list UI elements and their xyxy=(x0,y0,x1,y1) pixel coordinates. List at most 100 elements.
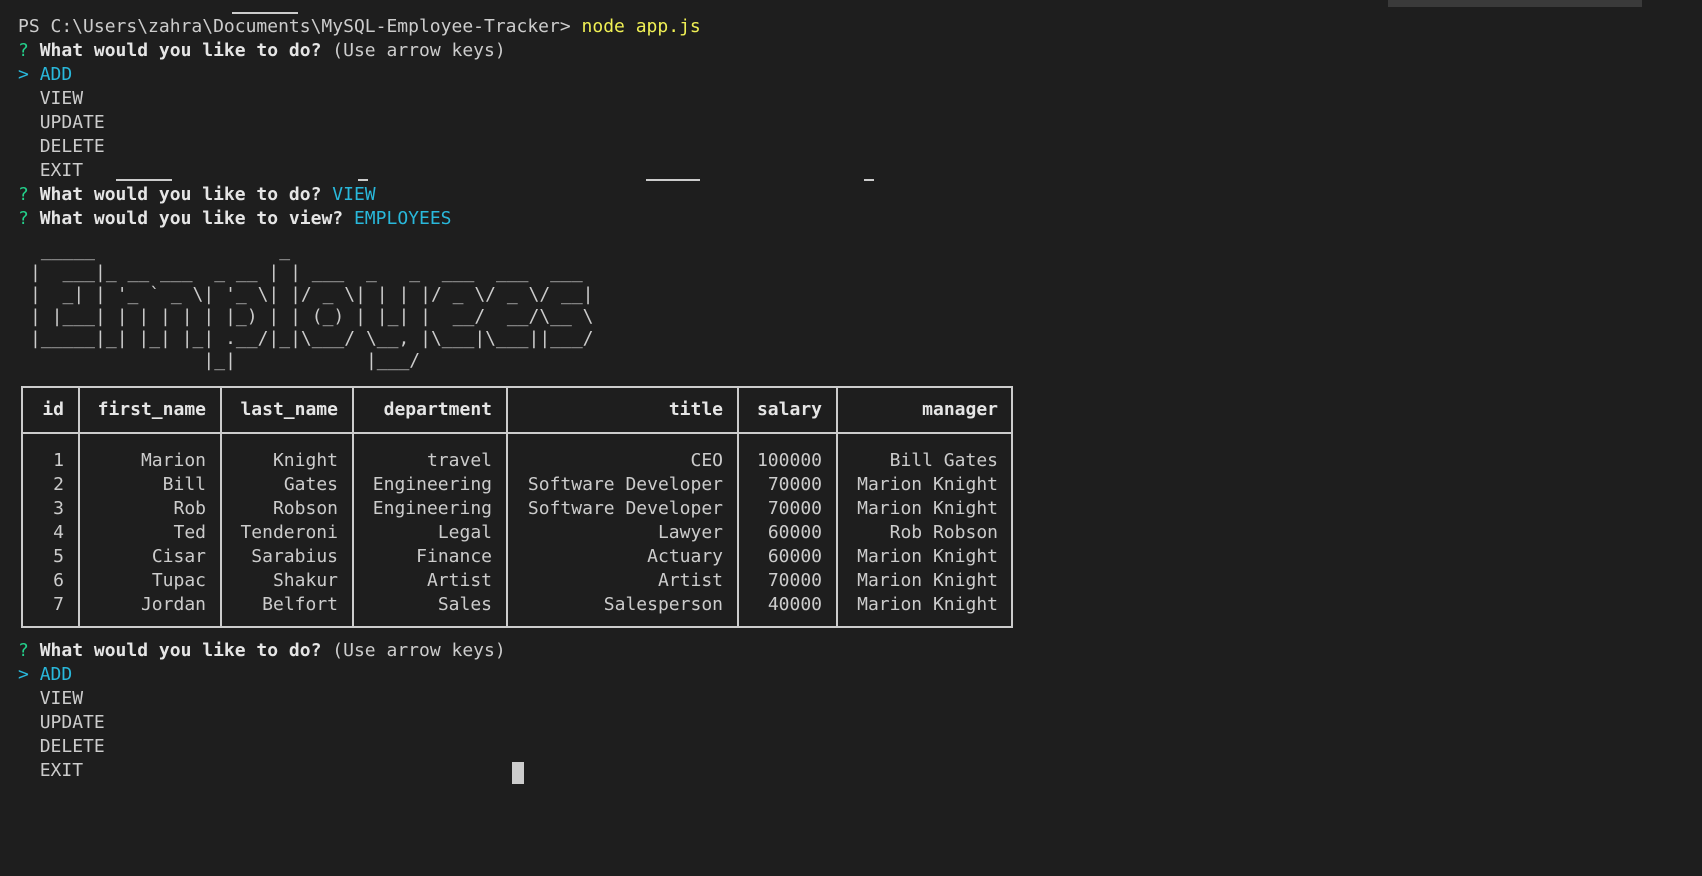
table-cell-first-name: Tupac xyxy=(151,570,206,591)
menu1-option-update[interactable]: UPDATE xyxy=(18,112,105,134)
table-cell-last-name: Gates xyxy=(283,474,338,495)
menu1-option-delete[interactable]: DELETE xyxy=(18,136,105,158)
table-cell-title: Software Developer xyxy=(527,474,723,495)
menu2-question: What would you like to do? xyxy=(39,640,322,661)
option-label: UPDATE xyxy=(39,112,105,133)
question-mark: ? xyxy=(18,640,29,661)
ascii-fragment xyxy=(116,179,172,181)
column-separator xyxy=(836,386,838,628)
question-mark: ? xyxy=(18,40,29,61)
column-separator xyxy=(78,386,80,628)
terminal-window[interactable]: PS C:\Users\zahra\Documents\MySQL-Employ… xyxy=(0,0,1702,876)
menu1-hint: (Use arrow keys) xyxy=(332,40,506,61)
menu2-hint: (Use arrow keys) xyxy=(332,640,506,661)
option-label: ADD xyxy=(39,64,73,85)
table-cell-manager: Marion Knight xyxy=(857,546,998,567)
menu1-option-add[interactable]: > ADD xyxy=(18,64,72,86)
table-cell-last-name: Knight xyxy=(272,450,338,471)
menu2-option-view[interactable]: VIEW xyxy=(18,688,83,710)
table-cell-last-name: Robson xyxy=(272,498,338,519)
table-cell-first-name: Bill xyxy=(162,474,206,495)
table-cell-department: Legal xyxy=(437,522,492,543)
table-header-salary: salary xyxy=(756,399,822,420)
table-header-first-name: first_name xyxy=(97,399,206,420)
table-cell-department: Engineering xyxy=(372,474,492,495)
menu2-question-line: ? What would you like to do? (Use arrow … xyxy=(18,640,506,662)
column-separator xyxy=(506,386,508,628)
table-cell-salary: 60000 xyxy=(767,522,822,543)
answer2-value: EMPLOYEES xyxy=(353,208,452,229)
option-label: VIEW xyxy=(39,88,84,109)
option-label: VIEW xyxy=(39,688,84,709)
table-cell-first-name: Ted xyxy=(173,522,206,543)
table-cell-first-name: Jordan xyxy=(140,594,206,615)
table-cell-first-name: Cisar xyxy=(151,546,206,567)
table-cell-department: Sales xyxy=(437,594,492,615)
selection-pointer: > xyxy=(18,664,29,685)
ascii-fragment xyxy=(358,179,368,181)
menu1-option-exit[interactable]: EXIT xyxy=(18,160,83,182)
table-header-manager: manager xyxy=(922,399,998,420)
table-cell-id: 1 xyxy=(53,450,64,471)
prompt-line: PS C:\Users\zahra\Documents\MySQL-Employ… xyxy=(18,16,701,38)
answer1-question: What would you like to do? xyxy=(39,184,322,205)
table-cell-manager: Marion Knight xyxy=(857,498,998,519)
table-header-id: id xyxy=(42,399,64,420)
table-cell-department: Finance xyxy=(416,546,492,567)
table-cell-title: CEO xyxy=(690,450,723,471)
table-cell-salary: 70000 xyxy=(767,474,822,495)
table-cell-title: Actuary xyxy=(647,546,723,567)
table-header-title: title xyxy=(668,399,723,420)
column-separator xyxy=(352,386,354,628)
table-cell-salary: 40000 xyxy=(767,594,822,615)
ascii-fragment xyxy=(864,179,874,181)
option-label: DELETE xyxy=(39,136,105,157)
menu2-option-delete[interactable]: DELETE xyxy=(18,736,105,758)
table-cell-id: 3 xyxy=(53,498,64,519)
table-cell-title: Lawyer xyxy=(657,522,723,543)
table-cell-salary: 70000 xyxy=(767,570,822,591)
question-mark: ? xyxy=(18,184,29,205)
table-cell-last-name: Tenderoni xyxy=(240,522,338,543)
table-cell-department: Artist xyxy=(426,570,492,591)
text-cursor xyxy=(512,762,524,784)
table-cell-id: 7 xyxy=(53,594,64,615)
table-cell-manager: Marion Knight xyxy=(857,594,998,615)
answer1-line: ? What would you like to do? VIEW xyxy=(18,184,376,206)
ascii-fragment xyxy=(232,12,298,14)
table-header-separator xyxy=(21,432,1013,434)
table-header-department: department xyxy=(383,399,492,420)
scrollbar-thumb[interactable] xyxy=(1388,0,1642,7)
menu1-option-view[interactable]: VIEW xyxy=(18,88,83,110)
option-label: UPDATE xyxy=(39,712,105,733)
column-separator xyxy=(737,386,739,628)
table-cell-department: travel xyxy=(426,450,492,471)
table-cell-manager: Rob Robson xyxy=(889,522,998,543)
option-label: EXIT xyxy=(39,160,84,181)
menu2-option-update[interactable]: UPDATE xyxy=(18,712,105,734)
ascii-fragment xyxy=(646,179,700,181)
menu1-question-line: ? What would you like to do? (Use arrow … xyxy=(18,40,506,62)
table-cell-title: Salesperson xyxy=(603,594,723,615)
option-label: ADD xyxy=(39,664,73,685)
table-header-last-name: last_name xyxy=(240,399,338,420)
option-label: EXIT xyxy=(39,760,84,781)
answer2-line: ? What would you like to view? EMPLOYEES xyxy=(18,208,452,230)
answer1-value: VIEW xyxy=(332,184,376,205)
menu1-question: What would you like to do? xyxy=(39,40,322,61)
table-cell-id: 2 xyxy=(53,474,64,495)
employees-ascii-banner: _____ _ | ___|_ __ ___ _ __ | | ___ _ _ … xyxy=(30,240,594,371)
table-cell-last-name: Sarabius xyxy=(251,546,338,567)
table-cell-last-name: Shakur xyxy=(272,570,338,591)
question-mark: ? xyxy=(18,208,29,229)
table-cell-id: 6 xyxy=(53,570,64,591)
option-label: DELETE xyxy=(39,736,105,757)
prompt-path: PS C:\Users\zahra\Documents\MySQL-Employ… xyxy=(18,16,571,37)
table-cell-manager: Marion Knight xyxy=(857,570,998,591)
table-cell-title: Software Developer xyxy=(527,498,723,519)
menu2-option-add[interactable]: > ADD xyxy=(18,664,72,686)
menu2-option-exit[interactable]: EXIT xyxy=(18,760,83,782)
table-cell-department: Engineering xyxy=(372,498,492,519)
table-cell-id: 4 xyxy=(53,522,64,543)
table-cell-last-name: Belfort xyxy=(262,594,338,615)
